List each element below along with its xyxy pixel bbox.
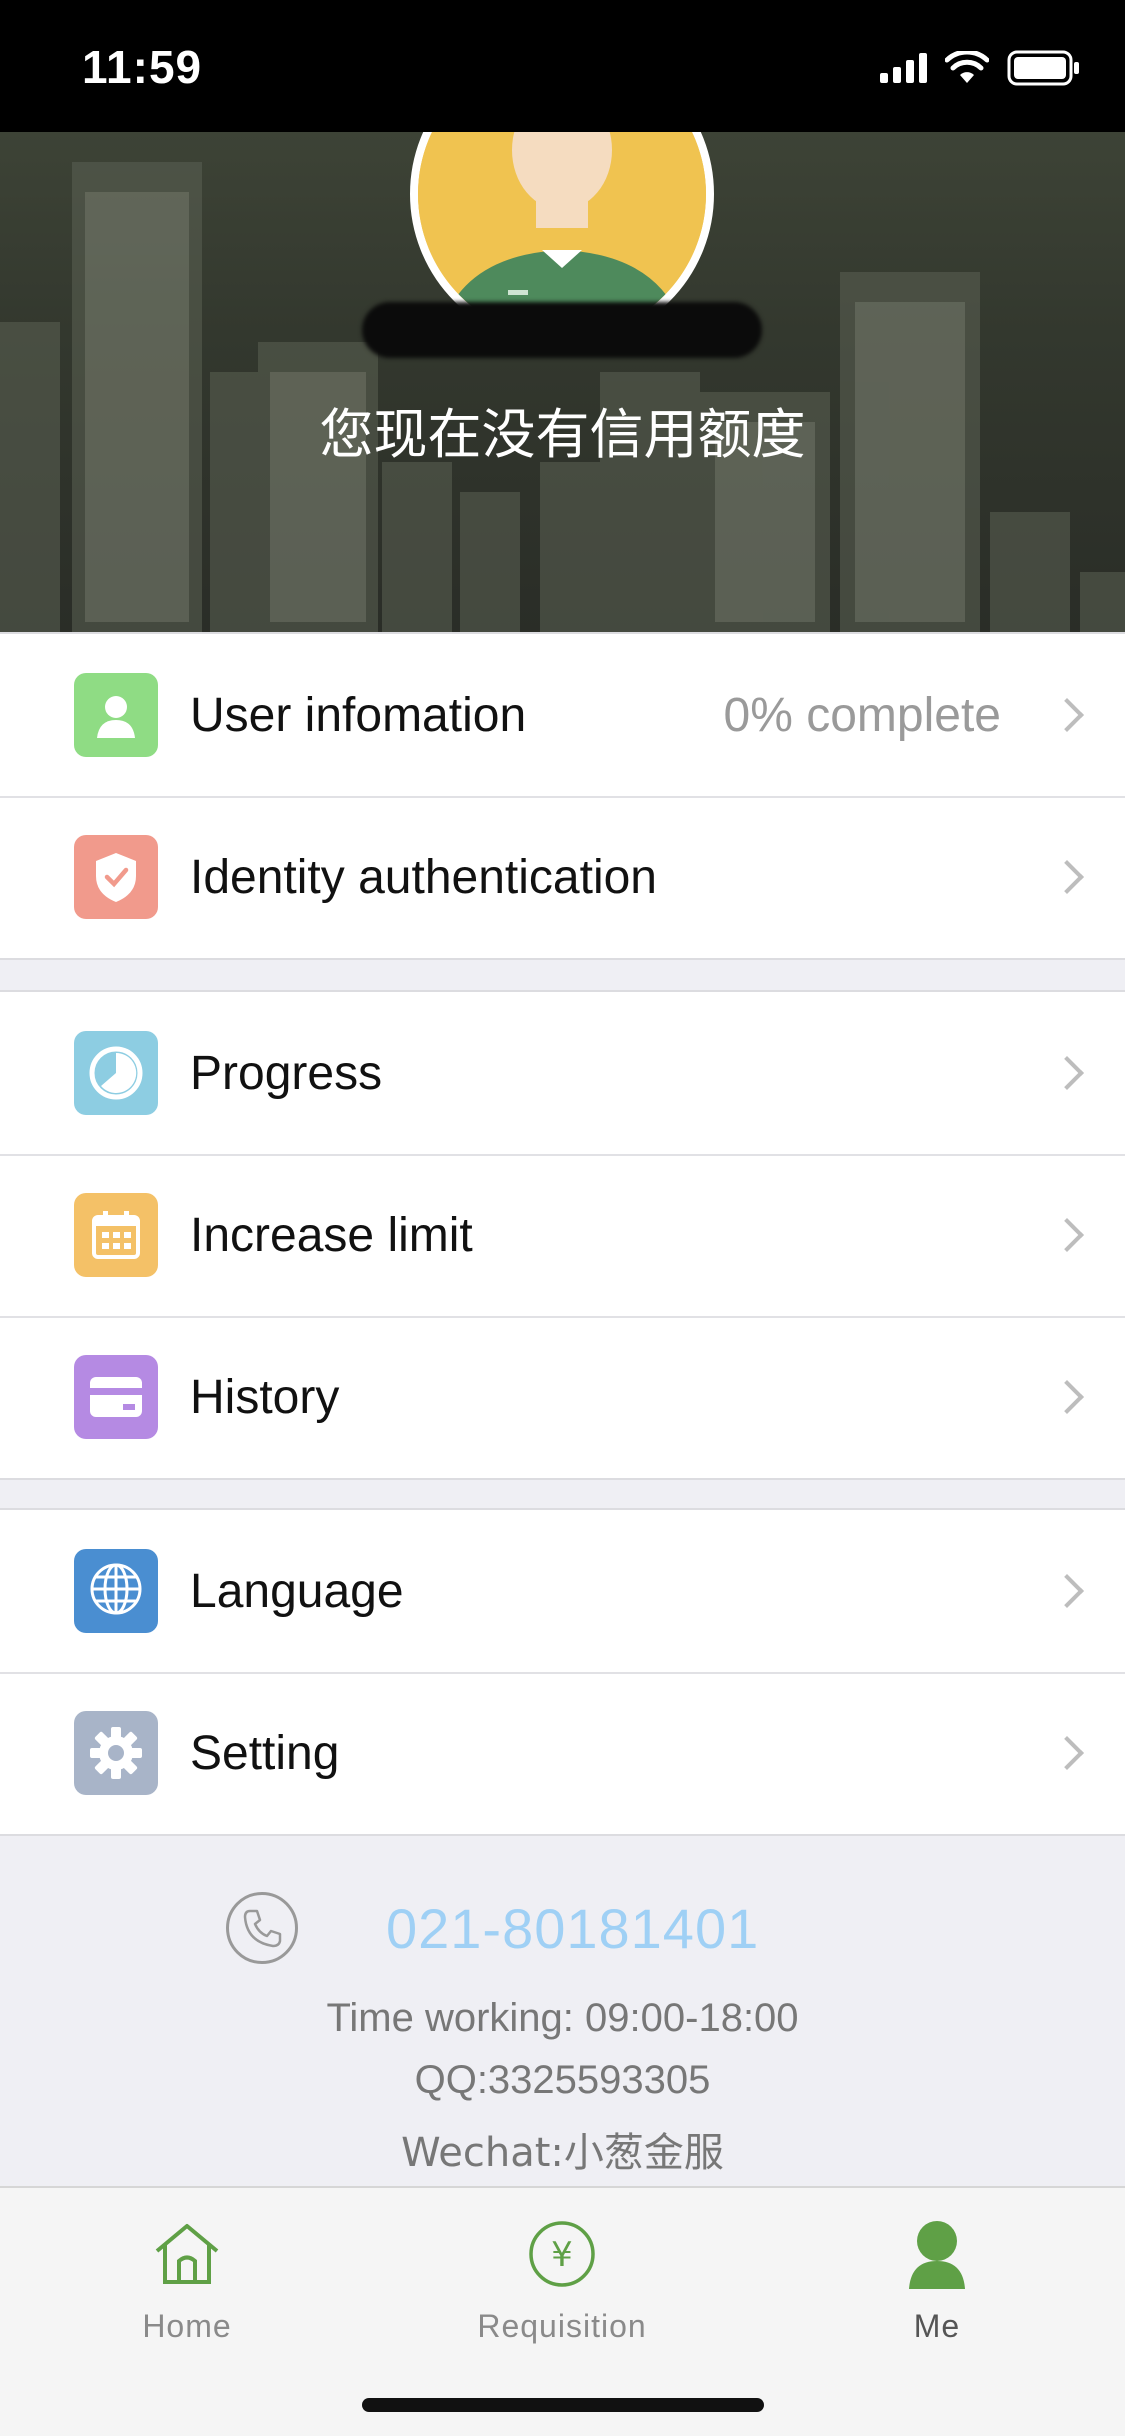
phone-number-link[interactable]: 021-80181401 [386,1896,759,1961]
status-bar: 11:59 [0,0,1125,132]
menu-item-history[interactable]: History [0,1316,1125,1478]
menu-item-label: Identity authentication [190,850,657,904]
customer-service-info: 021-80181401 Time working: 09:00-18:00 Q… [0,1834,1125,2184]
menu-item-increase-limit[interactable]: Increase limit [0,1154,1125,1316]
profile-header: 您现在没有信用额度 [0,132,1125,632]
menu-item-label: History [190,1370,340,1424]
tab-label: Me [913,2308,961,2344]
yen-icon: ¥ [522,2214,602,2294]
status-icons [880,48,1081,88]
chevron-right-icon [1050,1574,1084,1608]
gear-icon [74,1711,158,1795]
chevron-right-icon [1050,1380,1084,1414]
menu-item-label: Language [190,1564,404,1618]
cellular-signal-icon [880,53,927,83]
user-icon [74,673,158,757]
chevron-right-icon [1050,698,1084,732]
menu-item-progress[interactable]: Progress [0,992,1125,1154]
chevron-right-icon [1050,860,1084,894]
card-icon [74,1355,158,1439]
menu-item-label: Progress [190,1046,383,1100]
redacted-username [362,302,762,358]
phone-icon[interactable] [226,1892,298,1964]
battery-icon [1007,50,1079,86]
calendar-icon [74,1193,158,1277]
menu-group-preferences: Language Setting [0,1508,1125,1836]
tab-me[interactable]: Me [787,2214,1087,2345]
home-icon [147,2214,227,2294]
clock-icon [74,1031,158,1115]
menu-item-label: User infomation [190,688,527,742]
status-time: 11:59 [82,41,203,93]
chevron-right-icon [1050,1736,1084,1770]
shield-icon [74,835,158,919]
menu-group-credit: Progress Increase limit History [0,990,1125,1480]
menu-item-label: Setting [190,1726,340,1780]
menu-item-language[interactable]: Language [0,1510,1125,1672]
menu-item-setting[interactable]: Setting [0,1672,1125,1834]
wechat-text: Wechat:小葱金服 [401,2130,724,2176]
menu-item-label: Increase limit [190,1208,473,1262]
wifi-icon [945,51,989,83]
credit-status-text: 您现在没有信用额度 [319,403,806,466]
working-hours-text: Time working: 09:00-18:00 [326,1996,799,2040]
person-icon [897,2214,977,2294]
tab-label: Home [142,2308,232,2344]
menu-item-identity-authentication[interactable]: Identity authentication [0,796,1125,958]
tab-label: Requisition [477,2308,647,2344]
menu-group-account: User infomation 0% complete Identity aut… [0,632,1125,960]
svg-text:¥: ¥ [551,2235,573,2275]
menu-item-user-information[interactable]: User infomation 0% complete [0,634,1125,796]
profile-completion-value: 0% complete [723,688,1001,742]
chevron-right-icon [1050,1056,1084,1090]
globe-icon [74,1549,158,1633]
qq-text: QQ:3325593305 [414,2058,711,2102]
chevron-right-icon [1050,1218,1084,1252]
tab-requisition[interactable]: ¥ Requisition [412,2214,712,2345]
home-indicator[interactable] [362,2398,764,2412]
app-screen: 11:59 您现在没有信用额度 User infomation 0% compl… [0,0,1125,2436]
tab-home[interactable]: Home [37,2214,337,2345]
